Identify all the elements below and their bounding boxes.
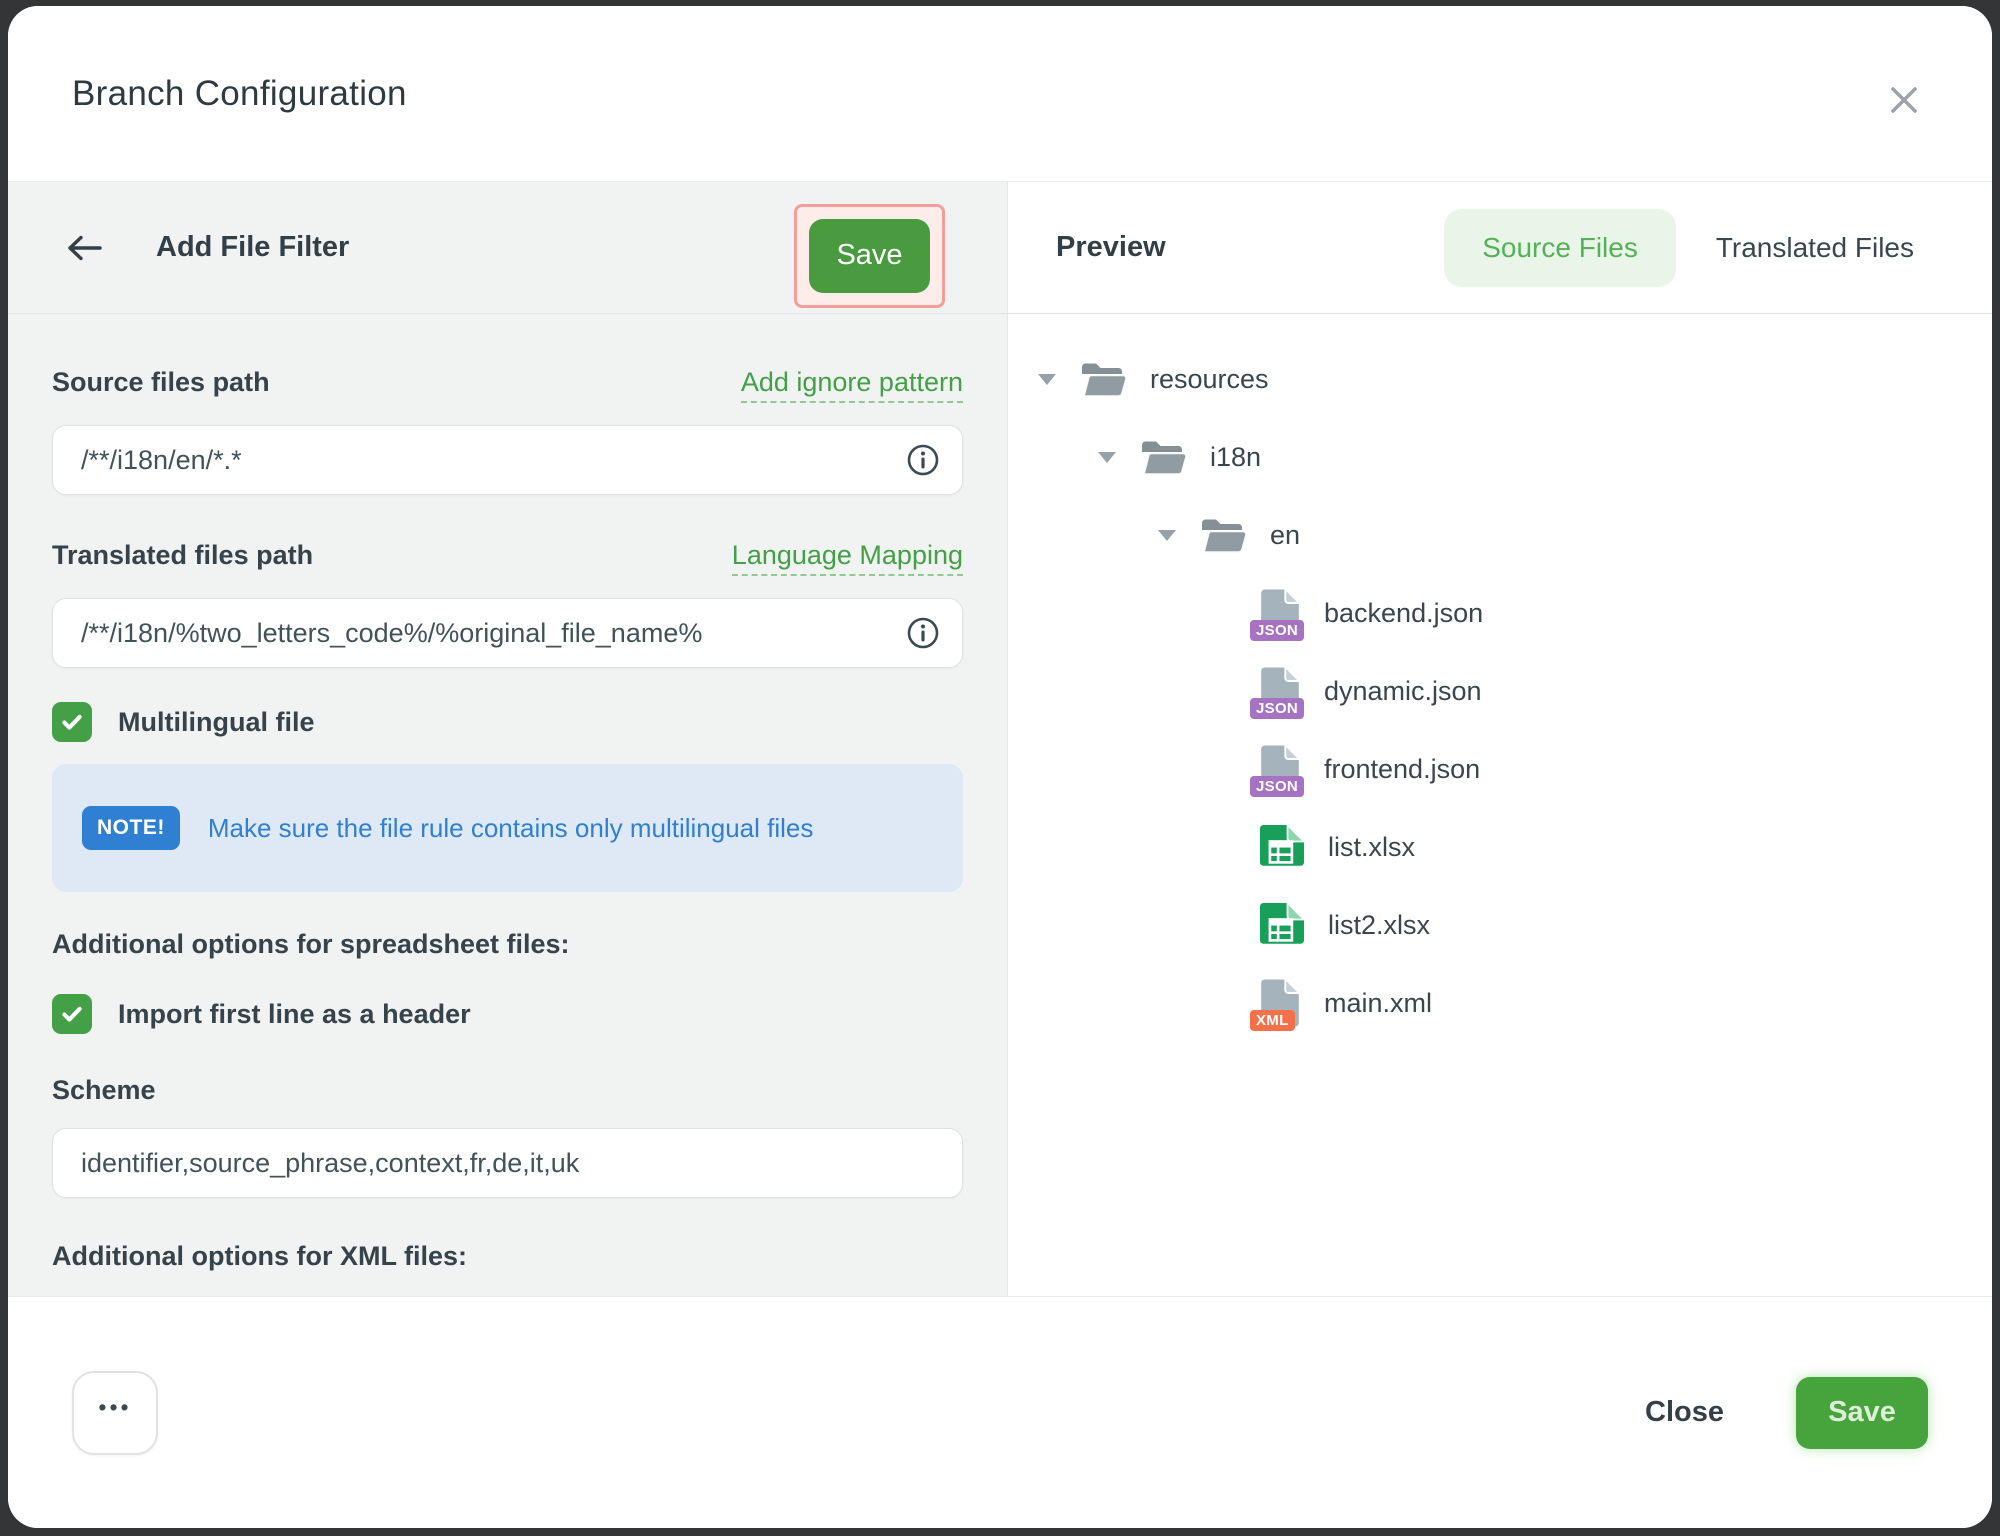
modal-body: Add File Filter Save Source files path A… xyxy=(8,182,1992,1296)
ellipsis-icon: ••• xyxy=(98,1394,131,1421)
tab-translated-files[interactable]: Translated Files xyxy=(1716,232,1914,264)
tree-item-label: list.xlsx xyxy=(1328,832,1415,863)
tree-item-label: frontend.json xyxy=(1324,754,1480,785)
import-header-label: Import first line as a header xyxy=(118,999,471,1030)
file-filter-toolbar: Add File Filter Save xyxy=(8,182,1007,314)
tree-item-resources[interactable]: resources xyxy=(1008,340,1992,418)
scheme-value: identifier,source_phrase,context,fr,de,i… xyxy=(81,1148,940,1179)
modal-header: Branch Configuration xyxy=(8,6,1992,182)
source-path-value: /**/i18n/en/*.* xyxy=(81,445,906,476)
tree-item-frontend.json[interactable]: JSON frontend.json xyxy=(1008,730,1992,808)
back-button[interactable] xyxy=(64,228,104,268)
file-tree: resources i18n en JSON backend.json JSON dynam… xyxy=(1008,314,1992,1296)
file-filter-form: Source files path Add ignore pattern /**… xyxy=(8,314,1007,1296)
tree-item-main.xml[interactable]: XML main.xml xyxy=(1008,964,1992,1042)
tree-item-list2.xlsx[interactable]: list2.xlsx xyxy=(1008,886,1992,964)
source-path-label-row: Source files path Add ignore pattern xyxy=(52,366,963,403)
file-json-icon: JSON xyxy=(1260,744,1300,794)
note-text: Make sure the file rule contains only mu… xyxy=(208,813,814,844)
preview-title: Preview xyxy=(1056,231,1166,264)
chevron-down-icon[interactable] xyxy=(1158,530,1176,541)
tree-item-backend.json[interactable]: JSON backend.json xyxy=(1008,574,1992,652)
tree-item-label: resources xyxy=(1150,364,1269,395)
file-xml-icon: XML xyxy=(1260,978,1300,1028)
tree-item-en[interactable]: en xyxy=(1008,496,1992,574)
import-header-checkbox[interactable] xyxy=(52,994,92,1034)
scheme-input[interactable]: identifier,source_phrase,context,fr,de,i… xyxy=(52,1128,963,1198)
filter-save-button[interactable]: Save xyxy=(809,219,930,293)
tree-item-label: i18n xyxy=(1210,442,1261,473)
translated-path-input[interactable]: /**/i18n/%two_letters_code%/%original_fi… xyxy=(52,598,963,668)
multilingual-label: Multilingual file xyxy=(118,707,315,738)
tree-item-list.xlsx[interactable]: list.xlsx xyxy=(1008,808,1992,886)
tree-item-label: en xyxy=(1270,520,1300,551)
close-icon xyxy=(1885,81,1923,119)
xml-options-heading: Additional options for XML files: xyxy=(52,1240,963,1272)
add-ignore-pattern-link[interactable]: Add ignore pattern xyxy=(741,366,963,403)
tree-item-label: list2.xlsx xyxy=(1328,910,1430,941)
multilingual-checkbox[interactable] xyxy=(52,702,92,742)
info-circle-icon[interactable] xyxy=(906,616,940,650)
checkmark-icon xyxy=(59,709,85,735)
tree-item-i18n[interactable]: i18n xyxy=(1008,418,1992,496)
multilingual-note: NOTE! Make sure the file rule contains o… xyxy=(52,764,963,892)
translated-path-label: Translated files path xyxy=(52,539,313,571)
folder-open-icon xyxy=(1080,361,1126,398)
folder-open-icon xyxy=(1200,517,1246,554)
chevron-down-icon[interactable] xyxy=(1098,452,1116,463)
file-xlsx-icon xyxy=(1260,825,1304,869)
note-badge: NOTE! xyxy=(82,806,180,850)
scheme-label: Scheme xyxy=(52,1074,156,1106)
file-xlsx-icon xyxy=(1260,903,1304,947)
close-button[interactable] xyxy=(1882,78,1926,122)
checkmark-icon xyxy=(59,1001,85,1027)
pane-title: Add File Filter xyxy=(156,231,349,264)
folder-open-icon xyxy=(1140,439,1186,476)
import-header-row: Import first line as a header xyxy=(52,994,963,1034)
info-circle-icon[interactable] xyxy=(906,443,940,477)
language-mapping-link[interactable]: Language Mapping xyxy=(732,539,963,576)
spreadsheet-options-heading: Additional options for spreadsheet files… xyxy=(52,928,963,960)
tree-item-label: main.xml xyxy=(1324,988,1432,1019)
modal-title: Branch Configuration xyxy=(72,74,407,114)
preview-tabs: Source Files Translated Files xyxy=(1444,209,1914,287)
save-highlight-annotation: Save xyxy=(794,204,945,308)
source-path-label: Source files path xyxy=(52,366,270,398)
branch-configuration-modal: Branch Configuration Add File Filter Sav… xyxy=(8,6,1992,1528)
arrow-left-icon xyxy=(64,232,104,264)
scheme-label-row: Scheme xyxy=(52,1074,963,1106)
footer-close-button[interactable]: Close xyxy=(1645,1396,1724,1429)
file-filter-pane: Add File Filter Save Source files path A… xyxy=(8,182,1008,1296)
tree-item-label: dynamic.json xyxy=(1324,676,1482,707)
file-json-icon: JSON xyxy=(1260,666,1300,716)
tree-item-dynamic.json[interactable]: JSON dynamic.json xyxy=(1008,652,1992,730)
translated-path-value: /**/i18n/%two_letters_code%/%original_fi… xyxy=(81,618,906,649)
source-path-input[interactable]: /**/i18n/en/*.* xyxy=(52,425,963,495)
footer-save-button[interactable]: Save xyxy=(1796,1377,1928,1449)
preview-pane: Preview Source Files Translated Files re… xyxy=(1008,182,1992,1296)
file-json-icon: JSON xyxy=(1260,588,1300,638)
tree-item-label: backend.json xyxy=(1324,598,1483,629)
chevron-down-icon[interactable] xyxy=(1038,374,1056,385)
tab-source-files[interactable]: Source Files xyxy=(1444,209,1676,287)
preview-header: Preview Source Files Translated Files xyxy=(1008,182,1992,314)
modal-footer: ••• Close Save xyxy=(8,1296,1992,1528)
multilingual-file-row: Multilingual file xyxy=(52,702,963,742)
translated-path-label-row: Translated files path Language Mapping xyxy=(52,539,963,576)
more-options-button[interactable]: ••• xyxy=(72,1371,158,1455)
